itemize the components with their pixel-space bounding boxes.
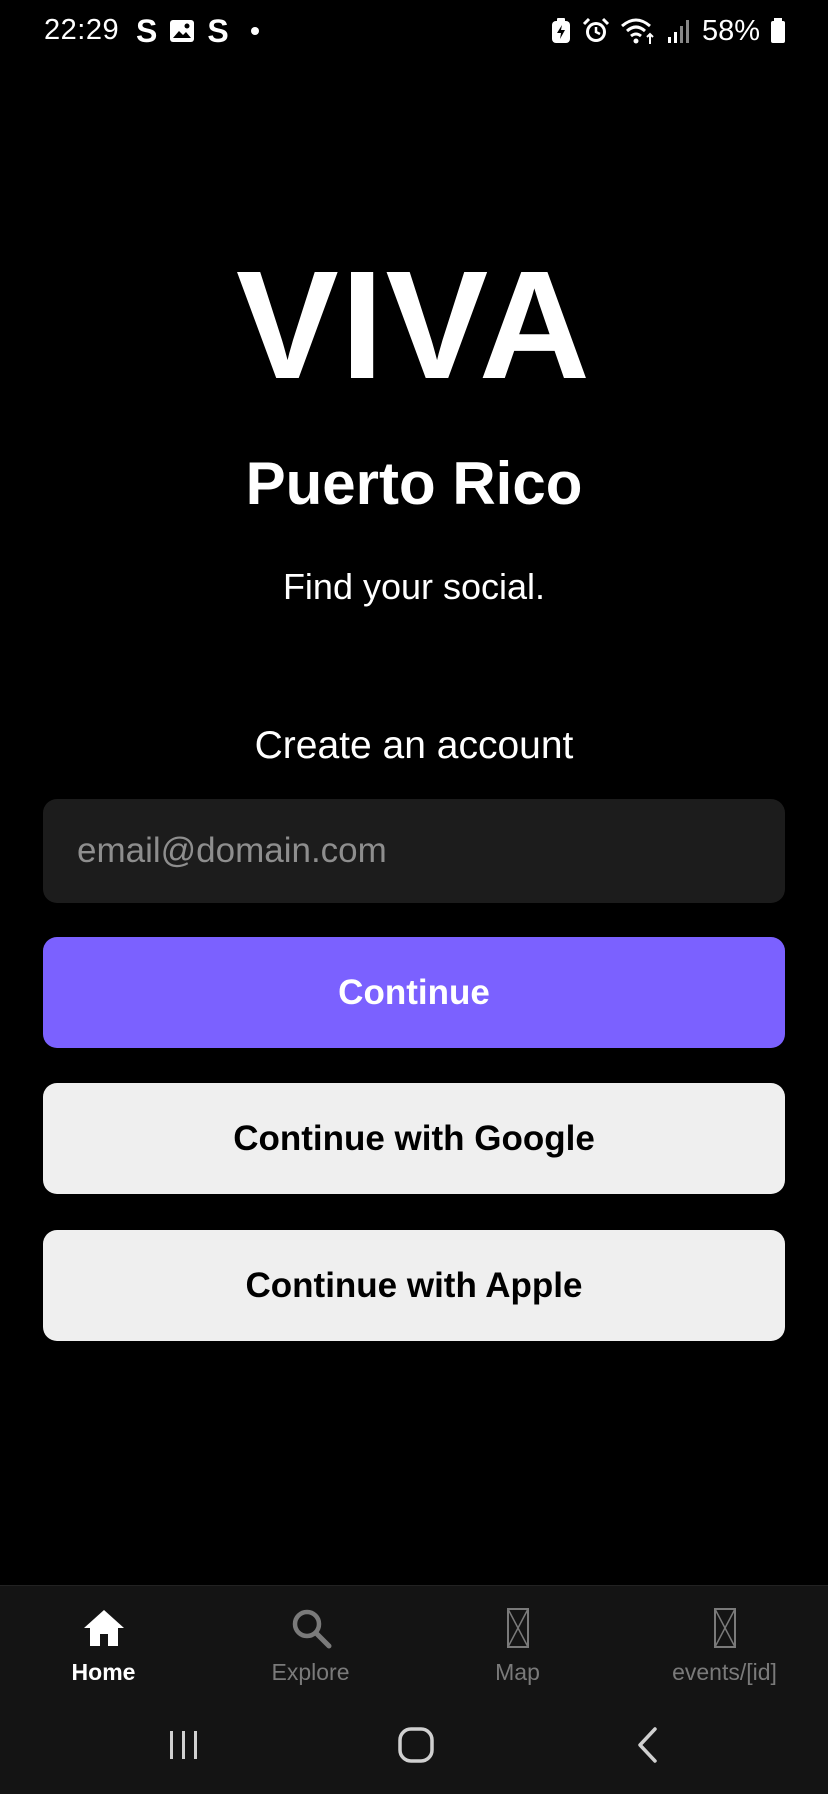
tab-map[interactable]: Map	[414, 1586, 621, 1698]
tab-events-id[interactable]: events/[id]	[621, 1586, 828, 1698]
signal-icon	[667, 20, 689, 43]
email-input[interactable]	[43, 799, 785, 903]
system-icons: 58%	[550, 12, 786, 50]
continue-with-google-label: Continue with Google	[233, 1118, 595, 1158]
recent-apps-icon	[170, 1731, 197, 1759]
continue-with-google-button[interactable]: Continue with Google	[43, 1083, 785, 1194]
battery-icon	[771, 18, 785, 43]
system-navigation-bar	[0, 1697, 828, 1794]
home-circle-icon	[398, 1727, 434, 1763]
s-notification-icon: S	[136, 13, 158, 49]
tagline: Find your social.	[282, 566, 546, 607]
brand-subtitle: Puerto Rico	[245, 450, 583, 517]
status-bar: 22:29 S S 58%	[0, 0, 828, 64]
s-notification-icon: S	[207, 13, 229, 49]
wifi-icon	[620, 18, 654, 44]
alarm-icon	[582, 17, 610, 42]
dot-icon	[250, 27, 259, 35]
battery-percentage: 58%	[701, 14, 760, 47]
battery-saver-icon	[551, 18, 570, 43]
back-icon	[638, 1727, 657, 1763]
search-icon	[289, 1604, 333, 1652]
continue-button-label: Continue	[338, 972, 490, 1012]
continue-with-apple-label: Continue with Apple	[245, 1265, 583, 1305]
tab-events-id-label: events/[id]	[672, 1659, 777, 1685]
notification-icons: S S	[136, 12, 259, 50]
placeholder-icon	[713, 1604, 737, 1652]
tab-map-label: Map	[495, 1659, 540, 1685]
tab-home[interactable]: Home	[0, 1586, 207, 1698]
tab-home-label: Home	[71, 1659, 136, 1685]
tab-explore[interactable]: Explore	[207, 1586, 414, 1698]
bottom-tab-bar: Home Explore Map events/[id]	[0, 1585, 828, 1698]
tab-explore-label: Explore	[271, 1659, 350, 1685]
continue-button[interactable]: Continue	[43, 937, 785, 1048]
gallery-icon	[170, 20, 195, 42]
brand-title: VIVA	[235, 239, 592, 411]
status-time: 22:29	[44, 14, 120, 46]
home-nav-button[interactable]	[376, 1719, 456, 1771]
form-heading: Create an account	[254, 724, 574, 767]
recent-apps-button[interactable]	[144, 1719, 224, 1771]
back-nav-button[interactable]	[608, 1719, 688, 1771]
placeholder-icon	[506, 1604, 530, 1652]
home-icon	[81, 1604, 127, 1652]
continue-with-apple-button[interactable]: Continue with Apple	[43, 1230, 785, 1341]
